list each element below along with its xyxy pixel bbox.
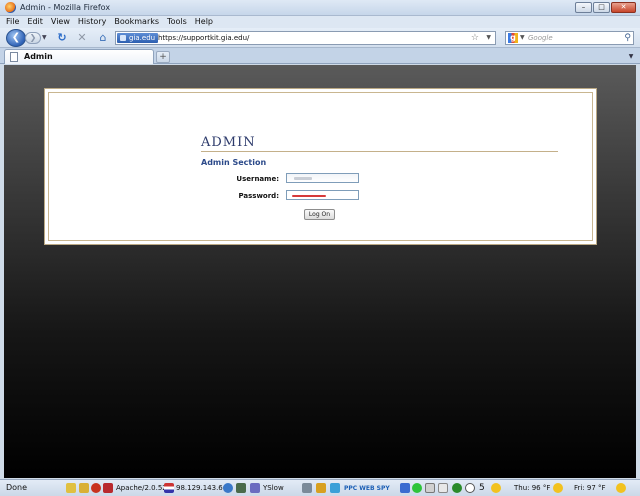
green-status-icon[interactable] xyxy=(412,483,422,493)
tab-list-dropdown-icon[interactable]: ▼ xyxy=(625,51,637,62)
tool-addon-icon[interactable] xyxy=(236,483,246,493)
bookmark-addon-icon[interactable] xyxy=(330,483,340,493)
ip-address[interactable]: 98.129.143.66 xyxy=(176,483,227,494)
history-dropdown-icon[interactable]: ▼ xyxy=(42,34,47,41)
grid-addon-icon[interactable] xyxy=(425,483,435,493)
bookmark-star-icon[interactable]: ☆ xyxy=(471,32,479,44)
us-flag-icon xyxy=(164,483,174,493)
username-label: Username: xyxy=(236,175,279,183)
broom-addon-icon[interactable] xyxy=(66,483,76,493)
window-titlebar: Admin - Mozilla Firefox – □ ✕ xyxy=(0,0,640,16)
menu-help[interactable]: Help xyxy=(195,16,213,28)
google-engine-icon[interactable]: g xyxy=(508,33,518,43)
menu-bookmarks[interactable]: Bookmarks xyxy=(114,16,159,28)
section-title: Admin Section xyxy=(201,158,267,167)
site-identity-button[interactable]: gia.edu xyxy=(117,33,159,43)
maximize-button[interactable]: □ xyxy=(593,2,610,13)
new-tab-button[interactable]: + xyxy=(156,51,170,63)
count-badge[interactable]: 5 xyxy=(479,483,485,494)
menu-edit[interactable]: Edit xyxy=(27,16,43,28)
url-text[interactable]: https://supportkit.gia.edu/ xyxy=(158,33,249,44)
close-button[interactable]: ✕ xyxy=(611,2,636,13)
weather-friday[interactable]: Fri: 97 °F xyxy=(574,483,606,494)
server-info[interactable]: Apache/2.0.52 xyxy=(116,483,167,494)
window-controls: – □ ✕ xyxy=(575,2,636,13)
password-redacted-value xyxy=(292,195,326,197)
green-globe-icon[interactable] xyxy=(452,483,462,493)
username-redacted-value xyxy=(294,177,312,180)
shield-icon[interactable] xyxy=(400,483,410,493)
url-dropdown-icon[interactable]: ▼ xyxy=(486,32,491,44)
sun-weather-icon xyxy=(553,483,563,493)
yslow-icon[interactable] xyxy=(250,483,260,493)
tab-admin[interactable]: Admin xyxy=(4,49,154,64)
adblock-icon[interactable] xyxy=(91,483,101,493)
tab-label: Admin xyxy=(24,52,53,61)
page-icon xyxy=(10,52,18,62)
tab-strip: Admin + ▼ xyxy=(0,48,640,64)
yslow-label[interactable]: YSlow xyxy=(263,483,284,494)
search-engine-dropdown-icon[interactable]: ▼ xyxy=(520,33,525,43)
weather-thursday[interactable]: Thu: 96 °F xyxy=(514,483,550,494)
mail-icon[interactable] xyxy=(438,483,448,493)
menu-bar: File Edit View History Bookmarks Tools H… xyxy=(0,16,640,28)
shark-addon-icon[interactable] xyxy=(302,483,312,493)
firefox-logo-icon xyxy=(5,2,16,13)
status-bar: Done Apache/2.0.52 98.129.143.66 YSlow P… xyxy=(0,479,640,496)
page-title: ADMIN xyxy=(201,135,256,150)
reload-icon[interactable]: ↻ xyxy=(55,31,69,45)
search-icon[interactable]: ⚲ xyxy=(624,32,631,44)
lock-icon[interactable] xyxy=(79,483,89,493)
circle-addon-icon[interactable] xyxy=(465,483,475,493)
page-content: ADMIN Admin Section Username: Password: … xyxy=(4,65,636,478)
url-bar[interactable]: gia.edu https://supportkit.gia.edu/ ☆ ▼ xyxy=(115,31,496,45)
info-icon[interactable] xyxy=(223,483,233,493)
menu-tools[interactable]: Tools xyxy=(167,16,187,28)
sun-weather-icon xyxy=(491,483,501,493)
menu-history[interactable]: History xyxy=(78,16,106,28)
password-label: Password: xyxy=(238,192,279,200)
sun-weather-icon xyxy=(616,483,626,493)
login-panel: ADMIN Admin Section Username: Password: … xyxy=(44,88,597,245)
forward-button[interactable]: ❯ xyxy=(25,32,41,44)
status-text: Done xyxy=(6,483,28,492)
window-title: Admin - Mozilla Firefox xyxy=(20,3,111,12)
heading-divider xyxy=(201,151,558,152)
search-bar: g ▼ ⚲ xyxy=(505,31,634,45)
firebug-icon[interactable] xyxy=(316,483,326,493)
log-on-button[interactable]: Log On xyxy=(304,209,335,220)
menu-view[interactable]: View xyxy=(51,16,70,28)
back-button[interactable]: ❮ xyxy=(6,29,26,47)
stop-icon[interactable]: ✕ xyxy=(75,31,89,45)
menu-file[interactable]: File xyxy=(6,16,19,28)
ppc-web-spy-label[interactable]: PPC WEB SPY xyxy=(344,483,390,494)
search-input[interactable] xyxy=(528,32,620,44)
minimize-button[interactable]: – xyxy=(575,2,592,13)
home-icon[interactable]: ⌂ xyxy=(96,31,110,45)
server-addon-icon[interactable] xyxy=(103,483,113,493)
navigation-toolbar: ❮ ❯ ▼ ↻ ✕ ⌂ gia.edu https://supportkit.g… xyxy=(0,28,640,48)
